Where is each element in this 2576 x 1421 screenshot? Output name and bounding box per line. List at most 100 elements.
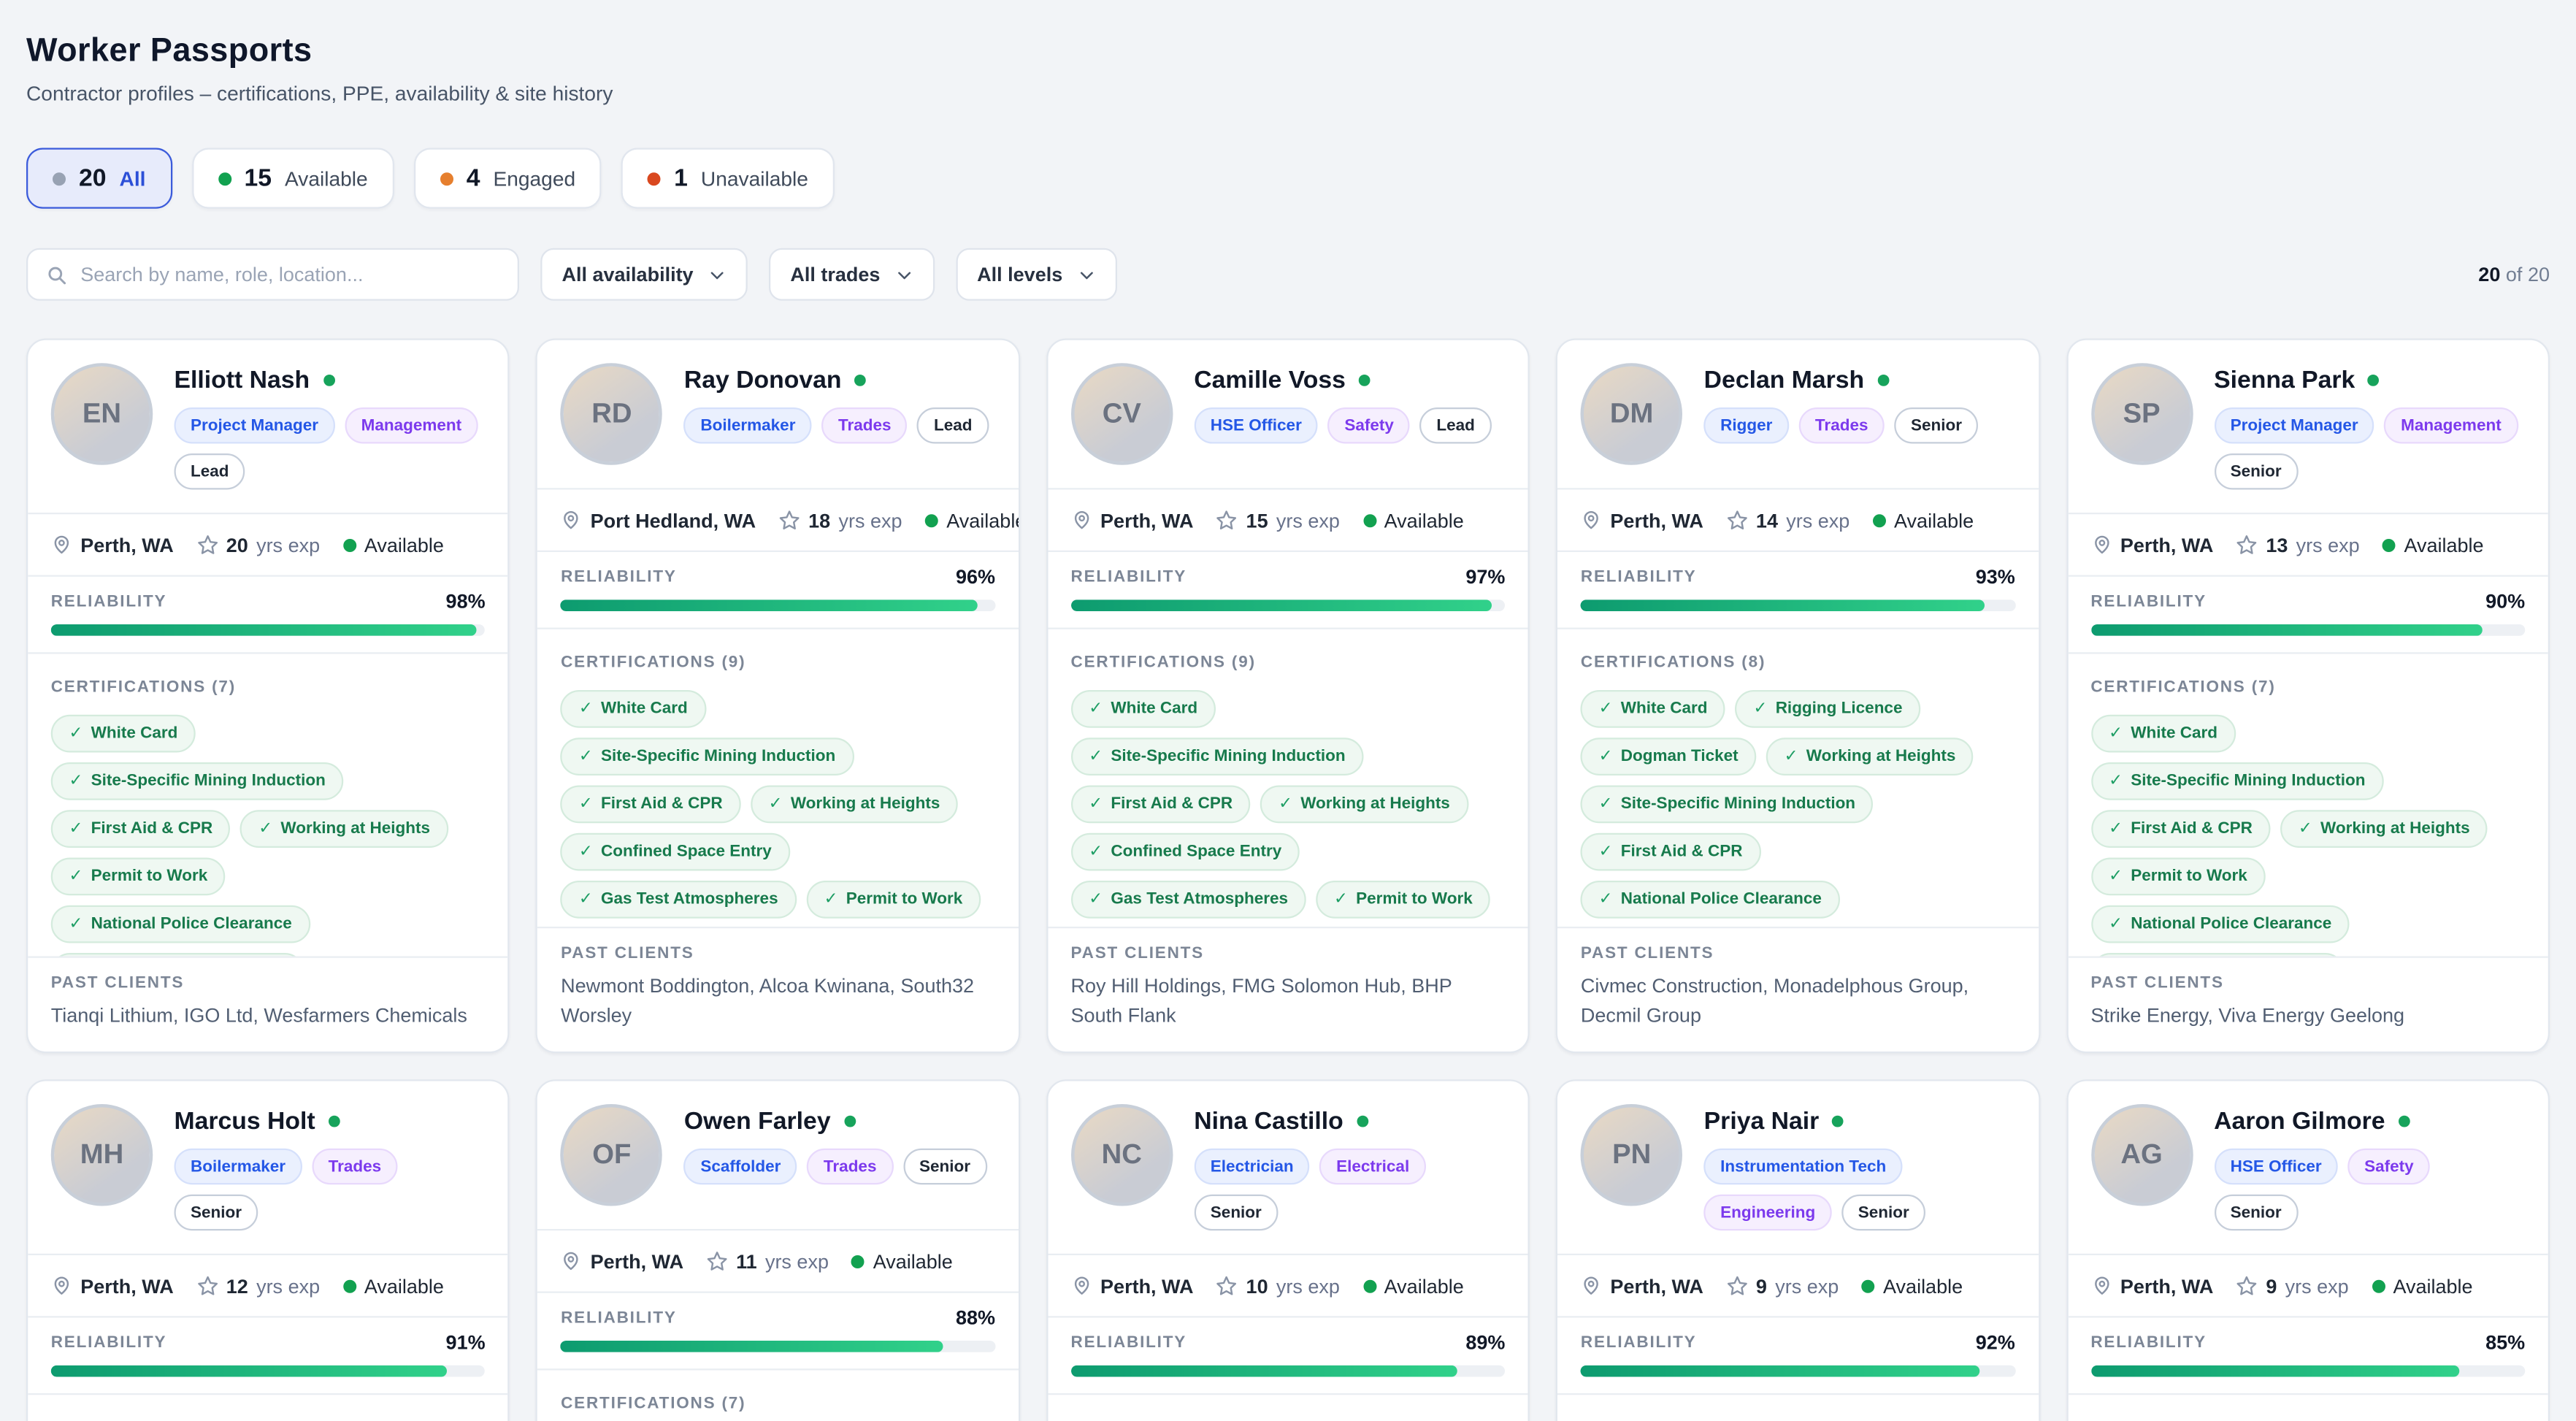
tag-list: HSE OfficerSafetyLead — [1194, 407, 1503, 444]
cert-pill: ✓Confined Space Entry — [1071, 833, 1300, 871]
availability-select[interactable]: All availability — [540, 248, 748, 301]
star-icon — [2236, 534, 2258, 555]
reliability-label: RELIABILITY — [1581, 1333, 1697, 1352]
experience: 10 yrs exp — [1216, 1274, 1340, 1298]
reliability-percent: 98% — [446, 590, 486, 613]
levels-select[interactable]: All levels — [956, 248, 1117, 301]
search-input[interactable] — [80, 263, 499, 286]
filter-count: 4 — [467, 164, 480, 192]
reliability-track — [561, 1341, 995, 1352]
cert-pill: ✓White Card — [1071, 690, 1216, 728]
level-tag: Senior — [902, 1149, 986, 1185]
location-text: Perth, WA — [1100, 508, 1194, 532]
worker-card[interactable]: RD Ray Donovan BoilermakerTradesLead Por… — [536, 339, 1019, 1054]
availability-text: Available — [2393, 1274, 2472, 1298]
worker-card[interactable]: DM Declan Marsh RiggerTradesSenior Perth… — [1556, 339, 2039, 1054]
worker-name: Owen Farley — [684, 1108, 831, 1135]
avatar-initials: SP — [2123, 398, 2161, 431]
location-text: Perth, WA — [80, 533, 174, 556]
location-text: Perth, WA — [1610, 1274, 1703, 1298]
star-icon — [1726, 1275, 1747, 1296]
filter-count: 15 — [245, 164, 272, 192]
role-tag: Project Manager — [2214, 407, 2374, 444]
worker-card[interactable]: NC Nina Castillo ElectricianElectricalSe… — [1046, 1079, 1530, 1421]
check-icon: ✓ — [1089, 700, 1103, 719]
filter-chip-engaged[interactable]: 4 Engaged — [414, 148, 602, 209]
select-value: All availability — [562, 263, 694, 286]
availability-text: Available — [1384, 1274, 1464, 1298]
worker-card[interactable]: MH Marcus Holt BoilermakerTradesSenior P… — [26, 1079, 510, 1421]
trades-select[interactable]: All trades — [769, 248, 935, 301]
location-pin-icon — [51, 534, 72, 555]
reliability-label: RELIABILITY — [561, 1309, 677, 1327]
cert-pill: ✓First Aid & CPR — [51, 810, 231, 848]
cert-pill: ✓First Aid & CPR — [1581, 833, 1760, 871]
check-icon: ✓ — [579, 891, 593, 909]
tag-list: ElectricianElectricalSenior — [1194, 1149, 1503, 1231]
card-header: DM Declan Marsh RiggerTradesSenior — [1557, 340, 2038, 489]
location-text: Perth, WA — [80, 1274, 174, 1298]
filter-chip-unavailable[interactable]: 1 Unavailable — [621, 148, 835, 209]
worker-card[interactable]: OF Owen Farley ScaffolderTradesSenior Pe… — [536, 1079, 1019, 1421]
check-icon: ✓ — [1785, 748, 1798, 766]
dept-tag: Management — [2385, 407, 2518, 444]
check-icon: ✓ — [1089, 891, 1103, 909]
past-clients-label: PAST CLIENTS — [51, 973, 486, 992]
check-icon: ✓ — [2109, 773, 2123, 791]
reliability-percent: 88% — [956, 1306, 995, 1330]
worker-card[interactable]: EN Elliott Nash Project ManagerManagemen… — [26, 339, 510, 1054]
years-value: 12 — [226, 1274, 248, 1298]
reliability-percent: 89% — [1465, 1331, 1505, 1355]
years-label: yrs exp — [256, 533, 320, 556]
reliability-section: RELIABILITY 92% — [1557, 1316, 2038, 1393]
availability: Available — [343, 1274, 444, 1298]
location: Perth, WA — [2090, 1274, 2213, 1298]
worker-card[interactable]: SP Sienna Park Project ManagerManagement… — [2066, 339, 2550, 1054]
years-value: 11 — [736, 1249, 757, 1273]
availability-text: Available — [946, 508, 1020, 532]
filter-chip-all[interactable]: 20 All — [26, 148, 172, 209]
certifications-label: CERTIFICATIONS (9) — [561, 654, 745, 673]
past-clients-text: Roy Hill Holdings, FMG Solomon Hub, BHP … — [1071, 973, 1506, 1030]
star-icon — [707, 1250, 728, 1271]
availability: Available — [1862, 1274, 1963, 1298]
certifications-section: CERTIFICATIONS (9) ✓White Card✓Site-Spec… — [538, 628, 1019, 927]
role-tag: Electrician — [1194, 1149, 1310, 1185]
filter-label: All — [120, 166, 146, 190]
worker-card[interactable]: AG Aaron Gilmore HSE OfficerSafetySenior… — [2066, 1079, 2550, 1421]
years-label: yrs exp — [765, 1249, 829, 1273]
availability: Available — [2372, 1274, 2472, 1298]
worker-passports-page: Worker Passports Contractor profiles – c… — [0, 0, 2576, 1421]
reliability-label: RELIABILITY — [51, 1333, 167, 1352]
star-icon — [1726, 510, 1747, 531]
worker-card[interactable]: PN Priya Nair Instrumentation TechEngine… — [1556, 1079, 2039, 1421]
check-icon: ✓ — [69, 867, 83, 886]
past-clients-label: PAST CLIENTS — [561, 945, 995, 963]
chevron-down-icon — [895, 265, 913, 283]
location: Port Hedland, WA — [561, 508, 756, 532]
results-of-label: of — [2506, 263, 2523, 286]
worker-card[interactable]: CV Camille Voss HSE OfficerSafetyLead Pe… — [1046, 339, 1530, 1054]
page-title: Worker Passports — [26, 33, 2550, 71]
filter-label: Unavailable — [701, 166, 808, 190]
cert-pill: ✓Permit to Work — [51, 858, 226, 896]
location-pin-icon — [2090, 1275, 2112, 1296]
online-status-dot — [1357, 1116, 1368, 1127]
status-dot-engaged — [440, 172, 453, 185]
availability-text: Available — [2404, 533, 2483, 556]
certifications-label: CERTIFICATIONS (7) — [2090, 678, 2275, 697]
location: Perth, WA — [561, 1249, 683, 1273]
dept-tag: Safety — [1328, 407, 1411, 444]
certifications-section: CERTIFICATIONS (9) — [1557, 1393, 2038, 1421]
check-icon: ✓ — [69, 724, 83, 743]
location-pin-icon — [1071, 510, 1092, 531]
experience: 18 yrs exp — [779, 508, 902, 532]
level-tag: Senior — [1194, 1195, 1278, 1231]
check-icon: ✓ — [1089, 843, 1103, 861]
role-tag: Instrumentation Tech — [1704, 1149, 1903, 1185]
check-icon: ✓ — [769, 795, 783, 813]
filter-chip-available[interactable]: 15 Available — [192, 148, 394, 209]
chevron-down-icon — [1077, 265, 1095, 283]
reliability-label: RELIABILITY — [561, 567, 677, 586]
years-value: 14 — [1756, 508, 1778, 532]
